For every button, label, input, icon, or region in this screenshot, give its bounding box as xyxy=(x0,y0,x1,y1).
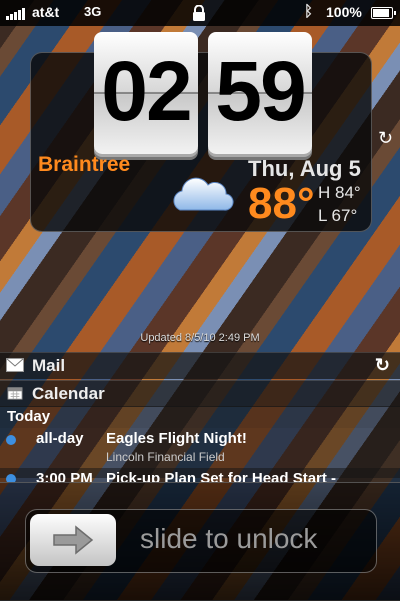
bluetooth-icon: ᛒ xyxy=(304,3,314,20)
today-header: Today xyxy=(0,406,400,428)
hour-flip-card: 02 xyxy=(94,32,198,154)
event-dot-icon xyxy=(6,474,16,482)
signal-icon xyxy=(6,7,25,20)
slide-to-unlock-label: slide to unlock xyxy=(140,523,318,554)
updated-timestamp: Updated 8/5/10 2:49 PM xyxy=(140,332,260,344)
today-label: Today xyxy=(7,408,51,425)
event-title: Pick-up Plan Set for Head Start - xyxy=(106,470,337,482)
mail-icon xyxy=(6,358,24,372)
battery-percent: 100% xyxy=(326,4,362,20)
status-bar: at&t 3G ᛒ 100% xyxy=(0,0,400,26)
calendar-bar[interactable]: Calendar xyxy=(0,380,400,407)
event-time: all-day xyxy=(36,430,84,447)
carrier-name: at&t xyxy=(32,4,60,20)
lock-icon xyxy=(193,5,205,21)
unlock-slider-knob[interactable] xyxy=(30,514,116,566)
clock-minutes: 59 xyxy=(215,44,306,138)
event-time: 3:00 PM xyxy=(36,470,93,482)
widget-refresh-icon[interactable]: ↻ xyxy=(378,128,393,149)
mail-refresh-icon[interactable]: ↻ xyxy=(375,355,390,376)
mail-label: Mail xyxy=(32,356,66,375)
battery-icon xyxy=(371,7,396,19)
network-type: 3G xyxy=(84,4,102,19)
event-title: Eagles Flight Night! xyxy=(106,430,247,447)
high-temperature: H 84° xyxy=(318,183,361,202)
calendar-event[interactable]: 3:00 PM Pick-up Plan Set for Head Start … xyxy=(0,468,400,482)
cloud-icon xyxy=(173,177,234,211)
minute-flip-card: 59 xyxy=(208,32,312,154)
low-temperature: L 67° xyxy=(318,206,358,225)
arrow-right-icon xyxy=(53,525,94,555)
clock-hours: 02 xyxy=(101,44,192,138)
calendar-icon xyxy=(7,387,23,400)
event-dot-icon xyxy=(6,435,16,445)
mail-bar[interactable]: Mail ↻ xyxy=(0,352,400,379)
event-location: Lincoln Financial Field xyxy=(106,450,225,464)
weather-city: Braintree xyxy=(38,153,131,176)
calendar-label: Calendar xyxy=(32,384,105,403)
current-temperature: 88° xyxy=(248,179,315,228)
